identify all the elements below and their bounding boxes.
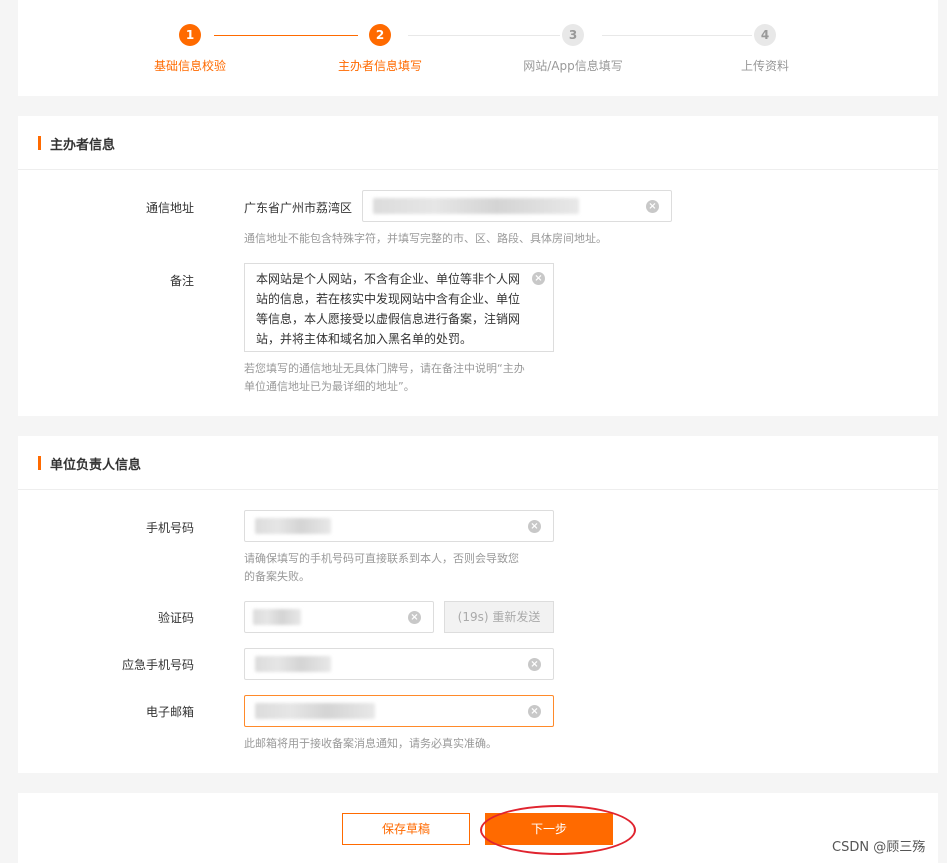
resend-code-button[interactable]: (19s) 重新发送	[444, 601, 554, 633]
address-region-prefix: 广东省广州市荔湾区	[244, 201, 353, 215]
redacted-value	[255, 703, 375, 719]
action-bar: 保存草稿 下一步	[18, 793, 938, 863]
email-hint: 此邮箱将用于接收备案消息通知，请务必真实准确。	[244, 737, 497, 750]
section-title: 主办者信息	[50, 138, 116, 153]
step-3-number: 3	[562, 24, 584, 46]
redacted-value	[255, 518, 331, 534]
clear-icon[interactable]: ×	[646, 200, 659, 213]
step-2-label: 主办者信息填写	[337, 59, 422, 73]
section-title: 单位负责人信息	[50, 458, 142, 473]
step-4-label: 上传资料	[740, 59, 789, 73]
phone-hint-line-1: 请确保填写的手机号码可直接联系到本人，否则会导致您	[244, 552, 519, 565]
remark-textarea[interactable]: 本网站是个人网站，不含有企业、单位等非个人网站的信息，若在核实中发现网站中含有企…	[244, 263, 554, 352]
email-input[interactable]: ×	[244, 695, 554, 727]
address-hint: 通信地址不能包含特殊字符，并填写完整的市、区、路段、具体房间地址。	[244, 232, 607, 245]
section-header: 主办者信息	[18, 116, 938, 170]
email-label: 电子邮箱	[145, 705, 194, 719]
step-connector-1	[214, 35, 358, 36]
step-3-label: 网站/App信息填写	[523, 59, 623, 73]
phone-label: 手机号码	[145, 521, 194, 535]
address-label: 通信地址	[145, 201, 194, 215]
annotation-circle	[480, 805, 636, 855]
clear-icon[interactable]: ×	[408, 611, 421, 624]
code-label: 验证码	[157, 611, 194, 625]
emergency-phone-label: 应急手机号码	[121, 658, 194, 672]
redacted-value	[373, 198, 579, 214]
step-connector-3	[602, 35, 752, 36]
emergency-phone-input[interactable]: ×	[244, 648, 554, 680]
remark-text: 本网站是个人网站，不含有企业、单位等非个人网站的信息，若在核实中发现网站中含有企…	[256, 272, 521, 346]
section-accent-bar	[38, 456, 41, 470]
step-1-number: 1	[179, 24, 201, 46]
step-2-number: 2	[369, 24, 391, 46]
progress-stepper: 1 2 3 4 基础信息校验 主办者信息填写 网站/App信息填写 上传资料	[18, 0, 938, 96]
remark-hint-line-2: 单位通信地址已为最详细的地址”。	[244, 380, 415, 393]
clear-icon[interactable]: ×	[528, 658, 541, 671]
step-connector-2	[408, 35, 560, 36]
address-input[interactable]: ×	[362, 190, 672, 222]
section-accent-bar	[38, 136, 41, 150]
remark-label: 备注	[169, 274, 194, 288]
clear-icon[interactable]: ×	[528, 705, 541, 718]
redacted-value	[253, 609, 301, 625]
remark-hint-line-1: 若您填写的通信地址无具体门牌号，请在备注中说明“主办	[244, 362, 525, 375]
principal-info-section: 单位负责人信息 手机号码 × 请确保填写的手机号码可直接联系到本人，否则会导致您…	[18, 436, 938, 773]
phone-hint-line-2: 的备案失败。	[244, 570, 310, 583]
code-input[interactable]: ×	[244, 601, 434, 633]
watermark: CSDN @顾三殇	[832, 840, 926, 855]
step-1-label: 基础信息校验	[153, 59, 226, 73]
phone-input[interactable]: ×	[244, 510, 554, 542]
save-draft-button[interactable]: 保存草稿	[342, 813, 470, 845]
redacted-value	[255, 656, 331, 672]
sponsor-info-section: 主办者信息 通信地址 广东省广州市荔湾区 × 通信地址不能包含特殊字符，并填写完…	[18, 116, 938, 416]
clear-icon[interactable]: ×	[532, 272, 545, 285]
section-header: 单位负责人信息	[18, 436, 938, 490]
step-4-number: 4	[754, 24, 776, 46]
clear-icon[interactable]: ×	[528, 520, 541, 533]
